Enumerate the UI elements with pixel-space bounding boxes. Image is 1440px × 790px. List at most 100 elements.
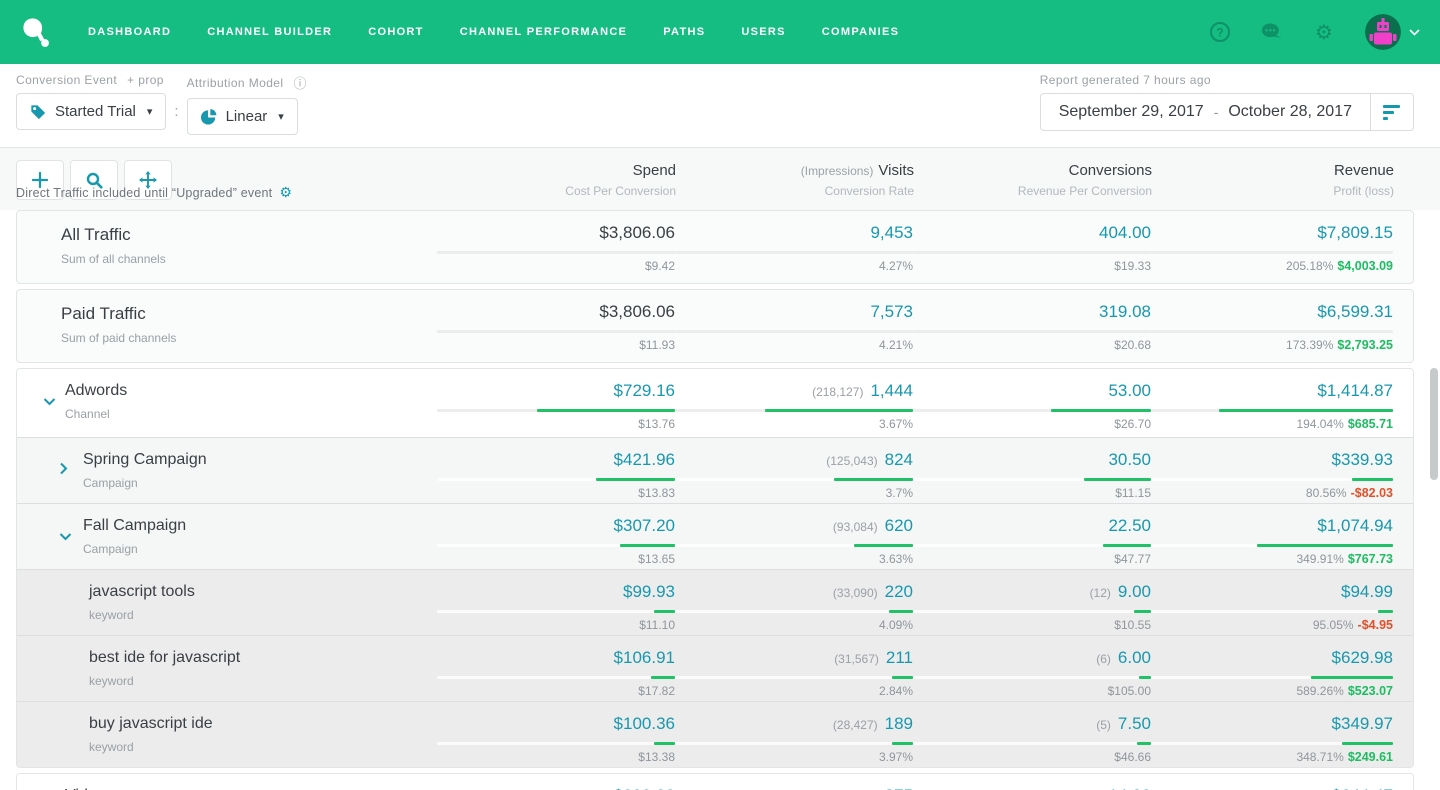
metric-revenue-value[interactable]: $339.93 [1332,450,1393,469]
scrollbar-thumb[interactable] [1430,368,1438,480]
metric-visits-value[interactable]: 620 [885,516,913,535]
table-row[interactable]: buy javascript idekeyword$100.36$13.38(2… [17,701,1413,767]
user-menu[interactable] [1365,14,1420,50]
metric-spend-value[interactable]: $99.93 [623,582,675,601]
attribution-model-dropdown[interactable]: Linear ▾ [187,98,298,135]
summary-card: All TrafficSum of all channels$3,806.06$… [16,210,1414,284]
nav-item-channel-builder[interactable]: CHANNEL BUILDER [207,26,332,38]
summary-card: Paid TrafficSum of paid channels$3,806.0… [16,289,1414,363]
metric-revenue-value[interactable]: $629.98 [1332,648,1393,667]
metric-conversions-value[interactable]: 6.00 [1118,648,1151,667]
metric-revenue-bar-fill [1257,544,1393,547]
chevron-down-icon[interactable] [43,393,56,411]
metric-conversions-main: 30.50 [913,450,1151,474]
nav-menu: DASHBOARD CHANNEL BUILDER COHORT CHANNEL PE… [88,26,899,38]
metric-conversions-bar [913,610,1151,613]
avatar[interactable] [1365,14,1401,50]
column-header-visits[interactable]: (Impressions)VisitsConversion Rate [676,160,914,198]
caret-down-icon: ▾ [147,105,153,118]
metric-conversions-value[interactable]: 319.08 [1099,302,1151,321]
metric-visits-value[interactable]: 1,444 [870,381,913,400]
metric-revenue-percent: 173.39% [1286,338,1333,352]
metric-revenue-percent: 194.04% [1296,417,1343,431]
date-range-text[interactable]: September 29, 2017 - October 28, 2017 [1041,103,1370,121]
metric-conversions: (12)9.00$10.55 [913,570,1151,635]
column-header-revenue[interactable]: RevenueProfit (loss) [1152,160,1394,198]
metric-spend-main: $299.90 [437,786,675,790]
metric-revenue-value[interactable]: $1,414.87 [1317,381,1393,400]
metric-conversions-value[interactable]: 30.50 [1108,450,1151,469]
metric-conversions-bar [913,676,1151,679]
nav-item-channel-performance[interactable]: CHANNEL PERFORMANCE [460,26,628,38]
metric-visits-value[interactable]: 211 [886,648,913,667]
metric-conversions-value[interactable]: 404.00 [1099,223,1151,242]
metric-revenue-bar [1151,478,1393,481]
metric-spend-value[interactable]: $3,806.06 [599,223,675,242]
chat-icon[interactable] [1261,21,1283,43]
nav-item-companies[interactable]: COMPANIES [822,26,900,38]
metric-spend-value[interactable]: $100.36 [614,714,675,733]
metric-visits-sub: 3.7% [675,486,913,500]
info-icon[interactable]: ⓘ [293,73,306,92]
table-row[interactable]: javascript toolskeyword$99.93$11.10(33,0… [17,569,1413,635]
metric-conversions-value[interactable]: 22.50 [1108,516,1151,535]
date-end: October 28, 2017 [1228,103,1352,121]
metric-visits-main: 9,453 [675,223,913,247]
metric-revenue-value[interactable]: $644.47 [1332,786,1393,790]
column-header-conversions[interactable]: ConversionsRevenue Per Conversion [914,160,1152,198]
metric-spend-value[interactable]: $299.90 [614,786,675,790]
conversion-event-dropdown[interactable]: Started Trial ▾ [16,93,166,130]
metric-spend-value[interactable]: $3,806.06 [599,302,675,321]
metric-revenue-value[interactable]: $6,599.31 [1317,302,1393,321]
metric-conversions-main: (12)9.00 [913,582,1151,606]
metric-spend-value[interactable]: $106.91 [614,648,675,667]
column-header-spend[interactable]: SpendCost Per Conversion [438,160,676,198]
table-row[interactable]: best ide for javascriptkeyword$106.91$17… [17,635,1413,701]
metric-conversions-value[interactable]: 9.00 [1118,582,1151,601]
metric-conversions-prefix: (6) [1096,652,1111,666]
table-row[interactable]: AdwordsChannel$729.16$13.76(218,127)1,44… [17,369,1413,437]
nav-item-dashboard[interactable]: DASHBOARD [88,26,171,38]
metric-visits-value[interactable]: 7,573 [870,302,913,321]
metric-revenue-value[interactable]: $94.99 [1341,582,1393,601]
table-row[interactable]: Paid TrafficSum of paid channels$3,806.0… [17,290,1413,362]
metric-visits-value[interactable]: 9,453 [870,223,913,242]
nav-item-cohort[interactable]: COHORT [368,26,423,38]
filter-icon[interactable] [1371,105,1413,120]
metric-revenue-value[interactable]: $349.97 [1332,714,1393,733]
metric-visits-value[interactable]: 189 [885,714,913,733]
table-row[interactable]: Fall CampaignCampaign$307.20$13.65(93,08… [17,503,1413,569]
metric-conversions-value[interactable]: 7.50 [1118,714,1151,733]
metric-visits-bar-fill [834,478,913,481]
metric-spend-value[interactable]: $307.20 [614,516,675,535]
chevron-down-icon[interactable] [1409,29,1420,36]
metric-conversions-bar [913,330,1151,333]
metric-visits-value[interactable]: 220 [885,582,913,601]
metric-revenue-value[interactable]: $7,809.15 [1317,223,1393,242]
app-logo[interactable] [20,15,54,49]
table-row[interactable]: All TrafficSum of all channels$3,806.06$… [17,211,1413,283]
metric-spend-value[interactable]: $421.96 [614,450,675,469]
metric-visits-value[interactable]: 375 [885,786,913,790]
metric-revenue-bar-fill [1342,742,1393,745]
metric-spend-value[interactable]: $729.16 [614,381,675,400]
chevron-right-icon[interactable] [59,462,68,480]
metric-spend-main: $307.20 [437,516,675,540]
metric-spend: $106.91$17.82 [437,636,675,701]
nav-item-paths[interactable]: PATHS [663,26,705,38]
date-range-picker[interactable]: September 29, 2017 - October 28, 2017 [1040,93,1414,131]
metric-revenue-main: $339.93 [1151,450,1393,474]
help-icon[interactable]: ? [1209,21,1231,43]
metric-conversions-value[interactable]: 14.00 [1108,786,1151,790]
table-row[interactable]: Spring CampaignCampaign$421.96$13.83(125… [17,437,1413,503]
footnote-gear-icon[interactable]: ⚙ [279,185,292,201]
metric-visits-value[interactable]: 824 [885,450,913,469]
metric-conversions-value[interactable]: 53.00 [1108,381,1151,400]
add-prop-link[interactable]: + prop [127,73,164,87]
metric-conversions-bar-fill [1084,478,1151,481]
settings-icon[interactable]: ⚙ [1313,21,1335,43]
nav-item-users[interactable]: USERS [741,26,785,38]
metric-revenue-value[interactable]: $1,074.94 [1317,516,1393,535]
chevron-down-icon[interactable] [59,528,72,546]
table-row[interactable]: VideoChannel$299.9037514.00$644.47 [17,774,1413,790]
